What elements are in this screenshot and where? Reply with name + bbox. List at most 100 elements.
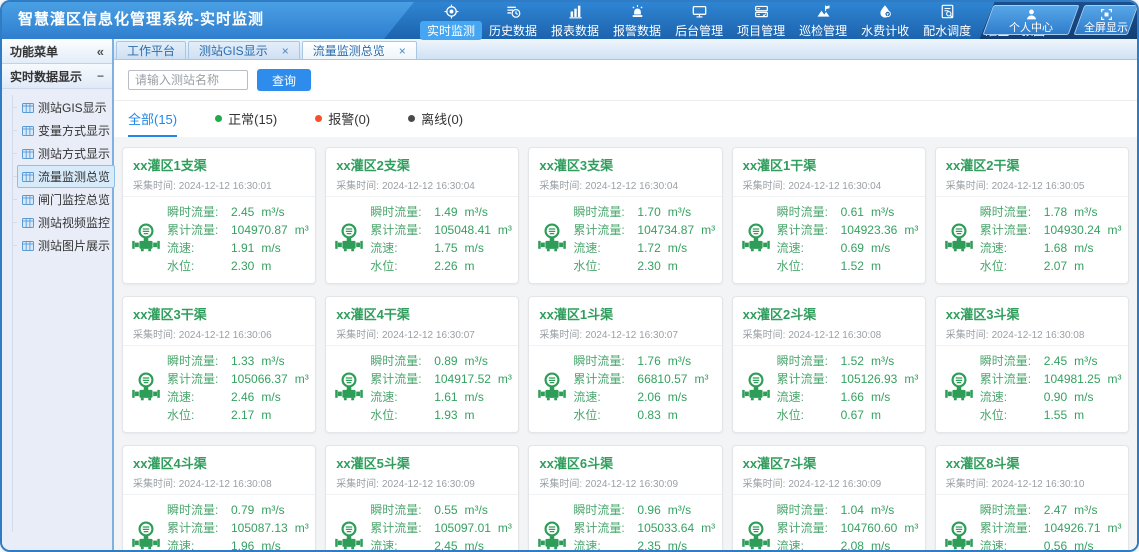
section-collapse-icon[interactable]: −	[97, 69, 104, 83]
metric-row: 流速: 1.72 m/s	[573, 239, 717, 257]
station-card[interactable]: xx灌区2支渠 采集时间:2024-12-12 16:30:04	[325, 147, 519, 284]
sidebar-item-label: 测站图片展示	[38, 237, 110, 254]
metric-row: 瞬时流量: 0.55 m³/s	[370, 501, 514, 519]
sidebar-item[interactable]: 流量监测总览	[2, 165, 109, 188]
flow-meter-icon	[735, 222, 777, 256]
metric-row: 累计流量: 104930.24 m³	[980, 221, 1124, 239]
station-card-header: xx灌区1斗渠 采集时间:2024-12-12 16:30:07	[529, 297, 721, 346]
metric-row: 累计流量: 105087.13 m³	[167, 519, 311, 537]
station-metrics: 瞬时流量: 1.04 m³/s 累计流量: 104760.60 m³	[777, 501, 921, 552]
station-card[interactable]: xx灌区1干渠 采集时间:2024-12-12 16:30:04	[732, 147, 926, 284]
tab-bar: 工作平台 测站GIS显示 × 流量监测总览 ×	[114, 39, 1137, 60]
station-card-header: xx灌区2支渠 采集时间:2024-12-12 16:30:04	[326, 148, 518, 197]
top-nav: 实时监测 历史数据 报表数据 报警数据	[420, 2, 990, 39]
total-flow-value: 105087.13	[231, 519, 288, 537]
station-card-body: 瞬时流量: 1.49 m³/s 累计流量: 105048.41 m³	[326, 197, 518, 283]
station-card-header: xx灌区7斗渠 采集时间:2024-12-12 16:30:09	[733, 446, 925, 495]
sidebar-item[interactable]: 变量方式显示	[2, 119, 109, 142]
nav-item[interactable]: 报警数据	[606, 2, 668, 40]
station-metrics: 瞬时流量: 0.79 m³/s 累计流量: 105087.13 m³	[167, 501, 311, 552]
station-card-body: 瞬时流量: 1.33 m³/s 累计流量: 105066.37 m³	[123, 346, 315, 432]
sidebar-item[interactable]: 测站图片展示	[2, 234, 109, 257]
station-metrics: 瞬时流量: 2.45 m³/s 累计流量: 104981.25 m³	[980, 352, 1124, 424]
collect-time: 采集时间:2024-12-12 16:30:04	[539, 177, 711, 192]
station-card[interactable]: xx灌区2干渠 采集时间:2024-12-12 16:30:05	[935, 147, 1129, 284]
status-filter-tab[interactable]: 全部(15)	[128, 109, 177, 137]
station-card[interactable]: xx灌区6斗渠 采集时间:2024-12-12 16:30:09	[528, 445, 722, 552]
status-filter-label: 正常(15)	[228, 109, 277, 128]
station-card[interactable]: xx灌区3干渠 采集时间:2024-12-12 16:30:06	[122, 296, 316, 433]
station-card[interactable]: xx灌区5斗渠 采集时间:2024-12-12 16:30:09	[325, 445, 519, 552]
station-card[interactable]: xx灌区7斗渠 采集时间:2024-12-12 16:30:09	[732, 445, 926, 552]
sidebar-menu: 测站GIS显示 变量方式显示 测站方式显	[2, 89, 112, 550]
station-card[interactable]: xx灌区2斗渠 采集时间:2024-12-12 16:30:08	[732, 296, 926, 433]
collect-time: 采集时间:2024-12-12 16:30:06	[133, 326, 305, 341]
fullscreen-button[interactable]: 全屏显示	[1079, 5, 1133, 35]
station-name: xx灌区6斗渠	[539, 453, 711, 472]
sidebar-section-header[interactable]: 实时数据显示 −	[2, 64, 112, 89]
metric-row: 累计流量: 105066.37 m³	[167, 370, 311, 388]
station-card[interactable]: xx灌区3支渠 采集时间:2024-12-12 16:30:04	[528, 147, 722, 284]
metric-row: 水位: 2.30 m	[167, 257, 311, 275]
tab-close-icon[interactable]: ×	[282, 45, 289, 57]
station-card[interactable]: xx灌区4斗渠 采集时间:2024-12-12 16:30:08	[122, 445, 316, 552]
nav-item[interactable]: 巡检管理	[792, 2, 854, 40]
nav-item[interactable]: 配水调度	[916, 2, 978, 40]
station-card[interactable]: xx灌区1支渠 采集时间:2024-12-12 16:30:01	[122, 147, 316, 284]
station-card-header: xx灌区3斗渠 采集时间:2024-12-12 16:30:08	[936, 297, 1128, 346]
station-card-header: xx灌区6斗渠 采集时间:2024-12-12 16:30:09	[529, 446, 721, 495]
nav-item[interactable]: 项目管理	[730, 2, 792, 40]
water-level-value: 2.07	[1044, 257, 1067, 275]
nav-item[interactable]: 后台管理	[668, 2, 730, 40]
nav-item-label: 巡检管理	[792, 21, 854, 40]
water-level-value: 0.67	[841, 406, 864, 424]
station-name: xx灌区1支渠	[133, 155, 305, 174]
nav-item[interactable]: 实时监测	[420, 2, 482, 40]
water-level-value: 2.30	[231, 257, 254, 275]
nav-item-label: 历史数据	[482, 21, 544, 40]
station-card-body: 瞬时流量: 0.61 m³/s 累计流量: 104923.36 m³	[733, 197, 925, 283]
nav-item[interactable]: 水费计收	[854, 2, 916, 40]
sidebar-item[interactable]: 测站GIS显示	[2, 96, 109, 119]
instant-flow-value: 1.04	[841, 501, 864, 519]
table-icon	[22, 217, 34, 229]
nav-item[interactable]: 报表数据	[544, 2, 606, 40]
instant-flow-value: 0.89	[434, 352, 457, 370]
status-filter-label: 离线(0)	[421, 109, 463, 128]
total-flow-value: 104917.52	[434, 370, 491, 388]
search-input[interactable]	[128, 70, 248, 90]
sidebar-item[interactable]: 闸门监控总览	[2, 188, 109, 211]
flow-meter-icon	[328, 222, 370, 256]
user-center-button[interactable]: 个人中心	[988, 5, 1074, 35]
metric-row: 累计流量: 105033.64 m³	[573, 519, 717, 537]
sidebar-item[interactable]: 测站视频监控	[2, 211, 109, 234]
nav-item[interactable]: 历史数据	[482, 2, 544, 40]
menu-collapse-icon[interactable]: «	[97, 44, 104, 59]
station-card[interactable]: xx灌区1斗渠 采集时间:2024-12-12 16:30:07	[528, 296, 722, 433]
station-card-body: 瞬时流量: 2.45 m³/s 累计流量: 104981.25 m³	[936, 346, 1128, 432]
station-card[interactable]: xx灌区4干渠 采集时间:2024-12-12 16:30:07	[325, 296, 519, 433]
station-card[interactable]: xx灌区8斗渠 采集时间:2024-12-12 16:30:10	[935, 445, 1129, 552]
realtime-monitor-icon	[444, 4, 459, 20]
tab[interactable]: 测站GIS显示 ×	[188, 41, 300, 59]
status-filter-tab[interactable]: 报警(0)	[315, 109, 370, 137]
station-card[interactable]: xx灌区3斗渠 采集时间:2024-12-12 16:30:08	[935, 296, 1129, 433]
history-data-icon	[506, 4, 521, 20]
status-filter-tab[interactable]: 离线(0)	[408, 109, 463, 137]
tab-close-icon[interactable]: ×	[399, 45, 406, 57]
metric-row: 流速: 0.90 m/s	[980, 388, 1124, 406]
tab[interactable]: 流量监测总览 ×	[302, 41, 417, 59]
project-management-icon	[754, 4, 769, 20]
tab[interactable]: 工作平台	[116, 41, 186, 59]
status-filter-tab[interactable]: 正常(15)	[215, 109, 277, 137]
user-center-label: 个人中心	[1009, 22, 1053, 34]
water-dispatch-icon	[940, 4, 955, 20]
search-button[interactable]: 查询	[257, 69, 311, 91]
sidebar-item[interactable]: 测站方式显示	[2, 142, 109, 165]
flow-speed-value: 1.68	[1044, 239, 1067, 257]
station-name: xx灌区2干渠	[946, 155, 1118, 174]
station-name: xx灌区2支渠	[336, 155, 508, 174]
nav-item-label: 报表数据	[544, 21, 606, 40]
instant-flow-value: 0.55	[434, 501, 457, 519]
nav-item-label: 水费计收	[854, 21, 916, 40]
